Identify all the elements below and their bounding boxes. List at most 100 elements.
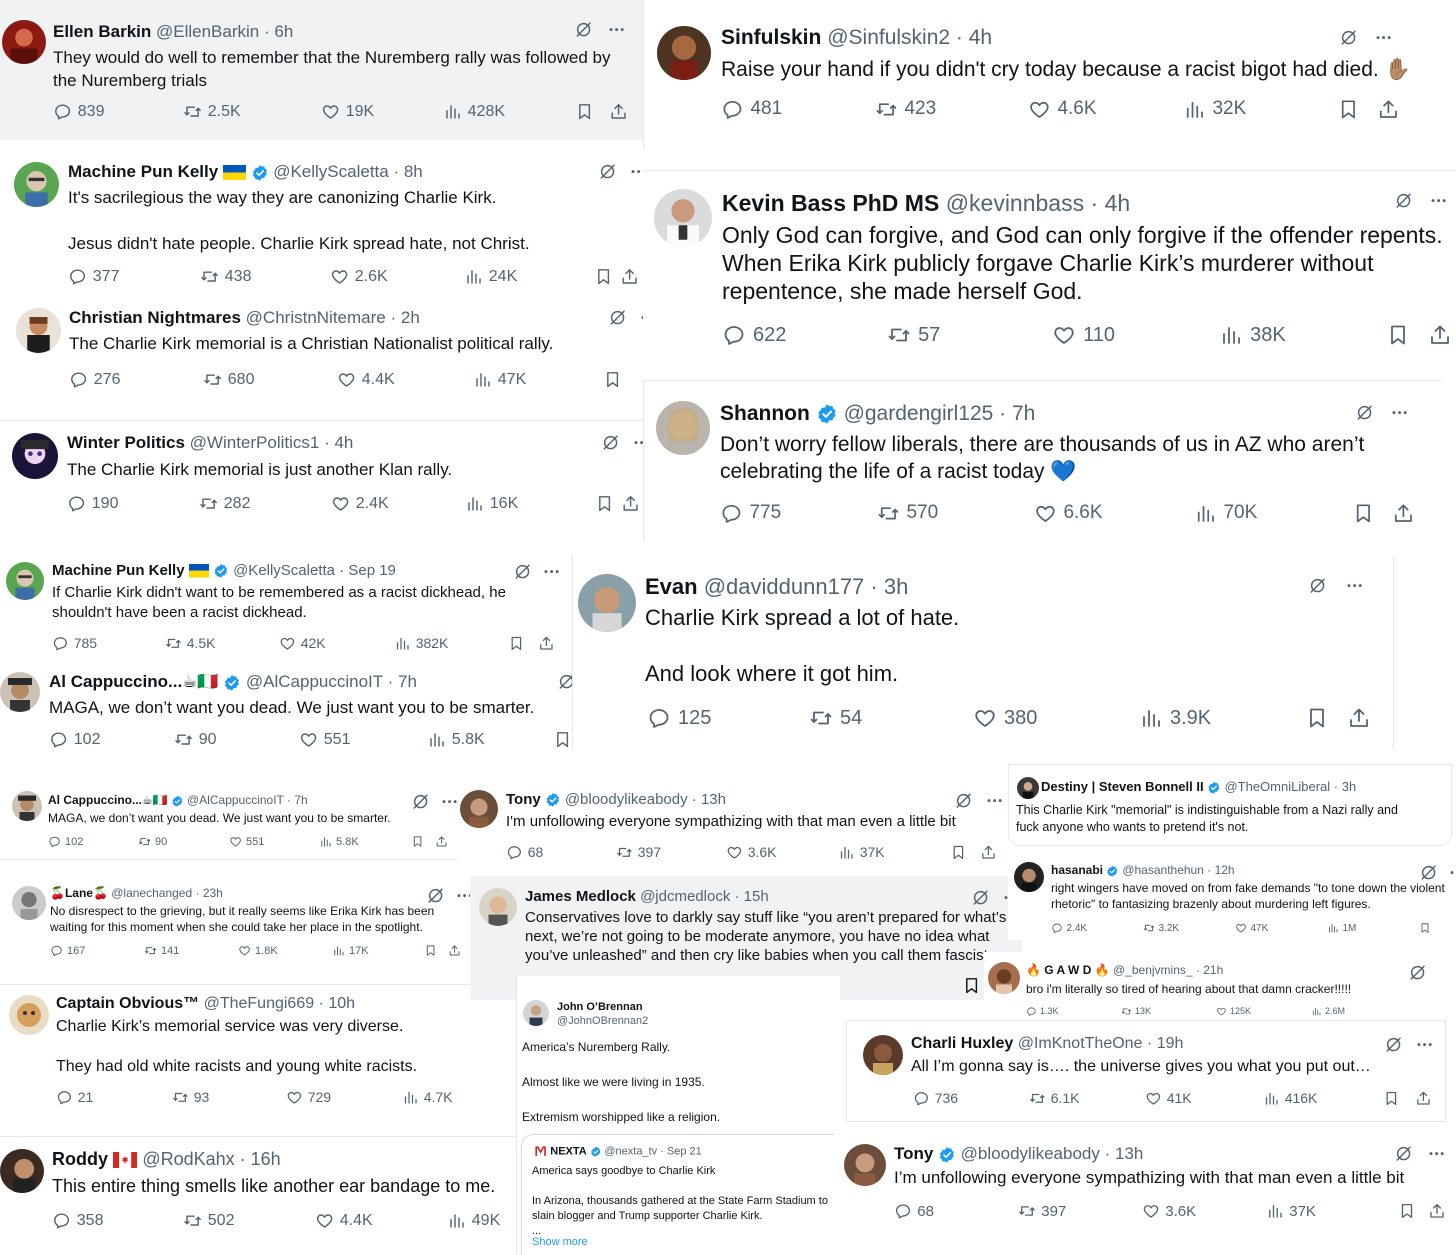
author-handle[interactable]: @RodKahx [142, 1149, 234, 1169]
tweet-card[interactable]: Kevin Bass PhD MS @kevinnbass · 4h Only … [643, 170, 1456, 370]
repost-button[interactable]: 90 [174, 730, 299, 749]
author-name[interactable]: James Medlock [525, 888, 636, 905]
tweet-card[interactable]: 🔥 G A W D 🔥 @_benjvmins_ · 21h bro i'm l… [984, 952, 1456, 1016]
tweet-card[interactable]: Captain Obvious™ @TheFungi669 · 10h Char… [0, 984, 512, 1116]
share-button[interactable] [1428, 323, 1452, 347]
like-button[interactable]: 110 [1052, 323, 1219, 347]
reply-button[interactable]: 377 [68, 267, 200, 286]
views-button[interactable]: 70K [1194, 502, 1352, 525]
like-button[interactable]: 3.6K [1142, 1202, 1266, 1220]
author-handle[interactable]: @ChristnNitemare [246, 308, 386, 327]
reply-button[interactable]: 125 [647, 706, 809, 730]
grok-icon[interactable] [1308, 576, 1327, 595]
author-handle[interactable]: @AlCappuccinoIT [246, 672, 383, 691]
share-button[interactable] [1347, 706, 1371, 730]
views-button[interactable]: 5.8K [319, 835, 411, 848]
views-button[interactable]: 49K [447, 1211, 507, 1230]
timestamp[interactable]: 7h [398, 672, 417, 691]
like-button[interactable]: 2.6K [330, 267, 464, 286]
share-button[interactable] [609, 102, 628, 121]
author-name[interactable]: Destiny | Steven Bonnell II [1041, 779, 1204, 794]
reply-button[interactable]: 21 [56, 1089, 172, 1106]
timestamp[interactable]: 4h [969, 26, 992, 49]
avatar[interactable] [988, 962, 1020, 994]
author-handle[interactable]: @daviddunn177 [704, 574, 865, 599]
views-button[interactable]: 416K [1263, 1090, 1383, 1107]
avatar[interactable] [1014, 862, 1044, 892]
grok-icon[interactable] [411, 792, 430, 811]
bookmark-button[interactable] [508, 635, 538, 652]
grok-icon[interactable] [971, 888, 990, 907]
share-button[interactable] [980, 844, 997, 861]
author-name[interactable]: Al Cappuccino...☕🇮🇹 [48, 793, 168, 807]
repost-button[interactable]: 13K [1121, 1006, 1216, 1016]
views-button[interactable]: 24K [464, 267, 594, 286]
tweet-card[interactable]: Winter Politics @WinterPolitics1 · 4h Th… [0, 420, 652, 530]
reply-button[interactable]: 736 [913, 1090, 1029, 1107]
share-button[interactable] [1377, 98, 1400, 121]
tweet-card[interactable]: Roddy @RodKahx · 16h This entire thing s… [0, 1136, 516, 1255]
avatar[interactable] [0, 672, 40, 712]
views-button[interactable]: 37K [1266, 1202, 1398, 1220]
more-icon[interactable] [1345, 576, 1364, 595]
share-button[interactable] [1392, 502, 1415, 525]
repost-button[interactable]: 397 [616, 844, 726, 861]
avatar[interactable] [2, 20, 46, 64]
author-name[interactable]: Shannon [720, 402, 810, 425]
avatar[interactable] [9, 995, 49, 1035]
bookmark-button[interactable] [1383, 1090, 1415, 1107]
timestamp[interactable]: 7h [1012, 402, 1035, 425]
repost-button[interactable]: 570 [877, 502, 1034, 525]
views-button[interactable]: 382K [394, 635, 508, 652]
reply-button[interactable]: 68 [894, 1202, 1018, 1220]
author-name[interactable]: Machine Pun Kelly [68, 162, 218, 181]
timestamp[interactable]: 13h [1115, 1144, 1143, 1163]
like-button[interactable]: 4.6K [1028, 98, 1183, 121]
views-button[interactable]: 2.6M [1311, 1006, 1406, 1016]
avatar[interactable] [6, 562, 44, 600]
timestamp[interactable]: 19h [1157, 1035, 1184, 1052]
repost-button[interactable]: 397 [1018, 1202, 1142, 1220]
more-icon[interactable] [607, 20, 626, 39]
reply-button[interactable]: 775 [720, 502, 877, 525]
author-name[interactable]: Ellen Barkin [53, 22, 151, 41]
tweet-card[interactable]: 🍒Lane🍒 @lanechanged · 23h No disrespect … [0, 876, 470, 968]
bookmark-button[interactable] [1398, 1202, 1428, 1220]
avatar[interactable] [863, 1035, 903, 1075]
more-icon[interactable] [1427, 1144, 1446, 1163]
avatar[interactable] [479, 888, 517, 926]
tweet-card[interactable]: Tony @bloodylikeabody · 13h I’m unfollow… [834, 1130, 1456, 1255]
share-button[interactable] [1428, 1202, 1446, 1220]
views-button[interactable]: 37K [838, 844, 950, 861]
bookmark-button[interactable] [950, 844, 980, 861]
like-button[interactable]: 4.4K [315, 1211, 447, 1230]
more-icon[interactable] [1374, 28, 1393, 47]
like-button[interactable]: 380 [973, 706, 1139, 730]
bookmark-button[interactable] [1386, 323, 1428, 347]
like-button[interactable]: 19K [321, 102, 443, 121]
tweet-card[interactable]: Evan @daviddunn177 · 3h Charlie Kirk spr… [572, 556, 1394, 750]
views-button[interactable]: 38K [1219, 323, 1386, 347]
author-handle[interactable]: @kevinnbass [946, 190, 1084, 216]
avatar[interactable] [656, 401, 710, 455]
timestamp[interactable]: 4h [1105, 190, 1131, 216]
author-handle[interactable]: @KellyScaletta [233, 562, 335, 579]
author-name[interactable]: Charli Huxley [911, 1035, 1013, 1052]
timestamp[interactable]: Sep 19 [348, 562, 396, 579]
author-name[interactable]: hasanabi [1051, 863, 1103, 877]
grok-icon[interactable] [1408, 963, 1427, 982]
like-button[interactable]: 551 [229, 835, 319, 848]
author-handle[interactable]: @ImKnotTheOne [1018, 1035, 1143, 1052]
repost-button[interactable]: 141 [144, 944, 238, 957]
share-button[interactable] [1415, 1090, 1432, 1107]
more-icon[interactable] [1415, 1035, 1434, 1054]
more-icon[interactable] [440, 792, 458, 811]
reply-button[interactable]: 102 [49, 730, 174, 749]
share-button[interactable] [448, 944, 461, 957]
author-name[interactable]: Christian Nightmares [69, 308, 241, 327]
timestamp[interactable]: 10h [328, 995, 355, 1012]
timestamp[interactable]: 6h [274, 22, 293, 41]
grok-icon[interactable] [954, 791, 973, 810]
author-name[interactable]: 🍒Lane🍒 [50, 886, 108, 900]
tweet-card[interactable]: Al Cappuccino...☕🇮🇹 @AlCappuccinoIT · 7h… [0, 782, 458, 860]
